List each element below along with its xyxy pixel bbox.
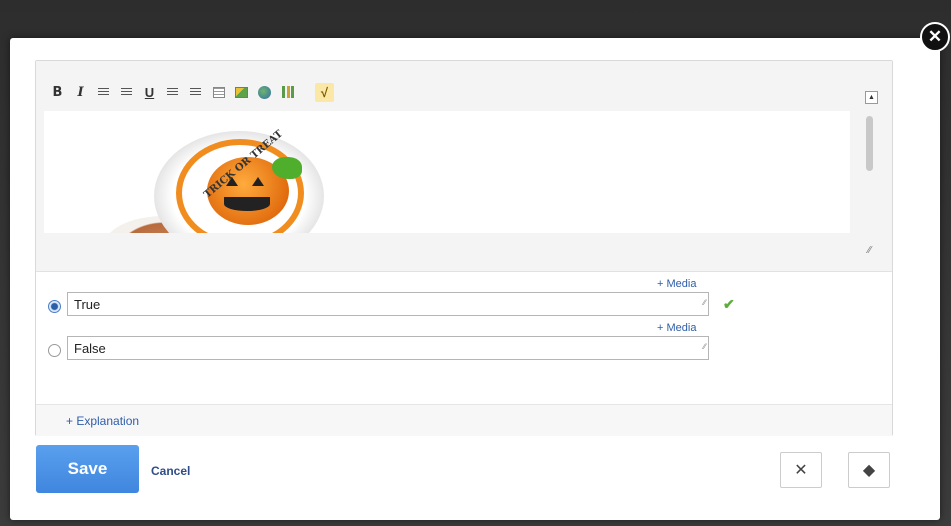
question-panel: B I U √ ▲ TRICK OR TREAT ∕∕ + Media True… — [35, 60, 893, 436]
pumpkin-mouth — [224, 197, 270, 211]
check-icon: ✔ — [723, 296, 735, 312]
table-button[interactable] — [209, 83, 228, 102]
globe-icon — [258, 85, 271, 99]
cancel-link[interactable]: Cancel — [151, 464, 190, 478]
image-icon — [235, 86, 248, 98]
question-editor-dialog: B I U √ ▲ TRICK OR TREAT ∕∕ + Media True… — [10, 38, 940, 520]
unordered-list-button[interactable] — [117, 83, 136, 102]
answer-text-true: True — [74, 297, 101, 312]
align-left-button[interactable] — [163, 83, 182, 102]
link-button[interactable] — [255, 83, 274, 102]
tag-icon: ◆ — [862, 462, 876, 479]
radio-false[interactable] — [48, 344, 61, 357]
italic-button[interactable]: I — [71, 83, 90, 102]
explanation-bar: + Explanation — [36, 404, 892, 436]
tag-button[interactable]: ◆ — [848, 452, 890, 488]
image-button[interactable] — [232, 83, 251, 102]
align-left-icon — [167, 87, 178, 97]
equation-button[interactable]: √ — [315, 82, 334, 102]
align-right-button[interactable] — [186, 83, 205, 102]
chart-icon — [281, 86, 294, 98]
save-button[interactable]: Save — [36, 445, 139, 493]
rich-text-editor: B I U √ ▲ TRICK OR TREAT ∕∕ — [36, 61, 892, 272]
bold-button[interactable]: B — [48, 83, 67, 102]
editor-scrollbar[interactable] — [866, 116, 873, 171]
add-media-link-true[interactable]: + Media — [657, 278, 696, 290]
close-button[interactable]: ✕ — [920, 22, 950, 52]
resize-grip-icon[interactable]: ∕∕ — [868, 245, 880, 257]
close-icon: ✕ — [927, 27, 943, 46]
editor-toolbar: B I U √ — [48, 81, 334, 103]
answer-input-true[interactable]: True ∕∕ — [67, 292, 709, 316]
table-icon — [212, 86, 225, 98]
underline-button[interactable]: U — [140, 83, 159, 102]
tools-button[interactable]: ✕ — [780, 452, 822, 488]
answer-input-false[interactable]: False ∕∕ — [67, 336, 709, 360]
editor-content[interactable]: TRICK OR TREAT — [44, 111, 850, 233]
add-explanation-link[interactable]: + Explanation — [66, 414, 139, 428]
input-resize-icon[interactable]: ∕∕ — [703, 291, 706, 315]
answer-options: + Media True ∕∕ ✔ + Media False ∕∕ — [36, 272, 892, 402]
scroll-up-arrow[interactable]: ▲ — [865, 91, 878, 104]
chart-button[interactable] — [278, 83, 297, 102]
answer-text-false: False — [74, 341, 106, 356]
align-right-icon — [190, 87, 201, 97]
ordered-list-icon — [98, 87, 109, 97]
tools-icon: ✕ — [794, 462, 808, 479]
input-resize-icon[interactable]: ∕∕ — [703, 335, 706, 359]
pumpkin-leaf — [272, 157, 302, 179]
ordered-list-button[interactable] — [94, 83, 113, 102]
add-media-link-false[interactable]: + Media — [657, 322, 696, 334]
unordered-list-icon — [121, 87, 132, 97]
radio-true[interactable] — [48, 300, 61, 313]
